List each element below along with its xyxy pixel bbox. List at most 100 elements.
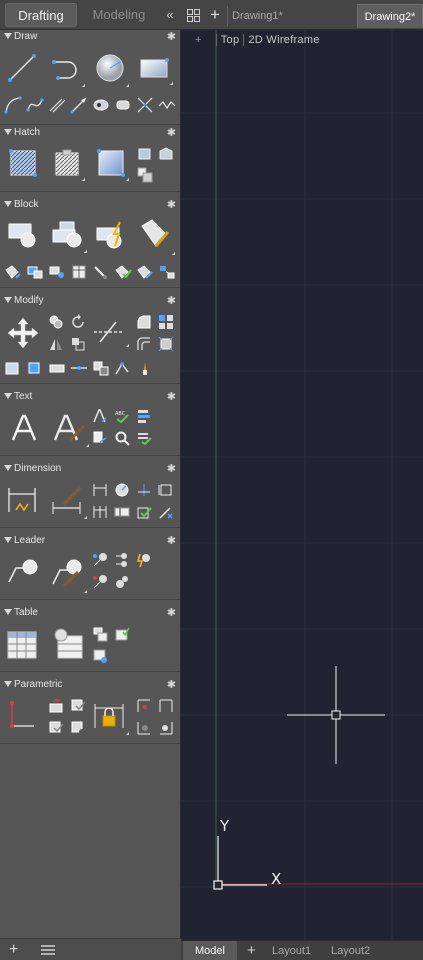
trim-tool-button[interactable]	[92, 318, 129, 347]
section-header[interactable]: Hatch ✱	[0, 126, 180, 142]
collect-leader-button[interactable]	[114, 574, 130, 590]
revcloud-tool-button[interactable]	[114, 96, 132, 114]
section-header[interactable]: Block ✱	[0, 198, 180, 214]
multiline-text-button[interactable]	[10, 412, 38, 444]
spell-check-button[interactable]: ABC	[114, 408, 130, 424]
collapse-arrow-icon[interactable]	[4, 609, 12, 615]
viewport-menu-button[interactable]: +	[195, 34, 202, 46]
text-search-button[interactable]	[114, 430, 130, 446]
text-check-button[interactable]	[136, 430, 152, 446]
block-tool-6[interactable]	[114, 264, 132, 280]
table-link-button[interactable]	[92, 648, 108, 664]
modify-tool-1[interactable]	[4, 360, 22, 376]
tab-drawing1[interactable]: Drawing1*	[227, 6, 357, 26]
view-control[interactable]: Top	[215, 34, 245, 46]
polyline-tool-button[interactable]	[50, 52, 85, 87]
wipeout-tool-button[interactable]	[158, 96, 176, 114]
radius-dimension-button[interactable]	[114, 482, 130, 498]
tab-drafting[interactable]: Drafting	[5, 3, 77, 27]
copy-tool-button[interactable]	[48, 314, 64, 330]
collapse-arrow-icon[interactable]	[4, 393, 12, 399]
new-drawing-button[interactable]: +	[210, 5, 220, 25]
modify-tool-3[interactable]	[48, 360, 66, 376]
section-header[interactable]: Dimension ✱	[0, 462, 180, 478]
gear-icon[interactable]: ✱	[167, 126, 176, 139]
section-header[interactable]: Modify ✱	[0, 294, 180, 310]
tab-modeling[interactable]: Modeling	[80, 3, 158, 27]
block-tool-5[interactable]	[92, 264, 110, 280]
circle-tool-button[interactable]	[94, 52, 129, 87]
collapse-arrow-icon[interactable]	[4, 537, 12, 543]
insert-block-button[interactable]	[6, 220, 38, 250]
collapse-palette-button[interactable]: «	[162, 5, 178, 25]
xline-tool-button[interactable]	[136, 96, 154, 114]
gear-icon[interactable]: ✱	[167, 462, 176, 475]
attribute-block-button[interactable]	[138, 218, 175, 255]
visual-style-control[interactable]: 2D Wireframe	[244, 34, 319, 46]
text-style-button[interactable]	[136, 408, 152, 424]
section-header[interactable]: Text ✱	[0, 390, 180, 406]
fillet-tool-button[interactable]	[136, 314, 152, 330]
smart-dimension-button[interactable]	[6, 484, 38, 516]
table-style-button[interactable]	[92, 626, 108, 642]
remove-leader-button[interactable]	[92, 574, 108, 590]
collapse-arrow-icon[interactable]	[4, 297, 12, 303]
show-constraints-button[interactable]	[70, 698, 86, 714]
auto-constrain-button[interactable]	[48, 698, 64, 714]
modify-tool-4[interactable]	[70, 360, 88, 376]
drawing-viewport[interactable]: Y X + Top 2D Wireframe	[181, 30, 423, 940]
rectangle-tool-button[interactable]	[138, 54, 173, 85]
draw-order-tool-button[interactable]	[137, 167, 153, 183]
modify-tool-7[interactable]	[136, 360, 154, 376]
ordinate-dimension-button[interactable]	[136, 482, 152, 498]
tab-drawing2[interactable]: Drawing2*	[357, 4, 423, 28]
dimension-check-button[interactable]	[136, 504, 152, 520]
tab-layout2[interactable]: Layout2	[331, 941, 370, 960]
dimension-edit-button[interactable]	[158, 504, 174, 520]
modify-tool-2[interactable]	[26, 360, 44, 376]
gear-icon[interactable]: ✱	[167, 534, 176, 547]
section-header[interactable]: Draw ✱	[0, 30, 180, 46]
mirror-tool-button[interactable]	[48, 336, 64, 352]
block-tool-1[interactable]	[4, 264, 22, 280]
text-edit-button[interactable]	[92, 408, 108, 424]
gear-icon[interactable]: ✱	[167, 678, 176, 691]
insert-table-button[interactable]	[6, 630, 38, 660]
move-tool-button[interactable]	[6, 316, 40, 350]
modify-tool-6[interactable]	[114, 360, 132, 376]
align-leader-button[interactable]	[114, 552, 130, 568]
baseline-dimension-button[interactable]	[158, 482, 174, 498]
block-tool-7[interactable]	[136, 264, 154, 280]
offset-tool-button[interactable]	[136, 336, 152, 352]
hatch-tool-button[interactable]	[8, 148, 38, 178]
tab-layout1[interactable]: Layout1	[272, 941, 311, 960]
array-tool-button[interactable]	[158, 314, 174, 330]
multileader-button[interactable]	[6, 556, 38, 586]
constraint-lock-button[interactable]	[92, 700, 129, 735]
geometric-constraint-button[interactable]	[136, 698, 152, 714]
line-tool-button[interactable]	[6, 52, 38, 84]
gradient-tool-button[interactable]	[52, 148, 85, 181]
create-block-button[interactable]	[50, 220, 87, 253]
parallel-constraint-button[interactable]	[136, 720, 152, 736]
add-leader-button[interactable]	[92, 552, 108, 568]
multiline-tool-button[interactable]	[48, 96, 66, 114]
tab-model[interactable]: Model	[183, 941, 237, 960]
continue-dimension-button[interactable]	[92, 504, 108, 520]
block-tool-3[interactable]	[48, 264, 66, 280]
add-layout-button[interactable]: +	[247, 941, 256, 960]
dimensional-constraint-button[interactable]	[6, 700, 38, 732]
spline-tool-button[interactable]	[26, 96, 44, 114]
delete-constraints-button[interactable]	[70, 720, 86, 736]
hatch-edit-tool-button[interactable]	[137, 147, 153, 161]
document-grid-button[interactable]	[187, 9, 200, 27]
leader-style-button[interactable]	[50, 556, 87, 593]
data-extraction-button[interactable]	[50, 626, 84, 660]
collapse-arrow-icon[interactable]	[4, 681, 12, 687]
edit-block-button[interactable]	[94, 220, 128, 250]
tolerance-button[interactable]	[114, 504, 130, 520]
collapse-arrow-icon[interactable]	[4, 33, 12, 39]
ray-tool-button[interactable]	[70, 96, 88, 114]
hatch-match-tool-button[interactable]	[158, 147, 174, 161]
gear-icon[interactable]: ✱	[167, 294, 176, 307]
